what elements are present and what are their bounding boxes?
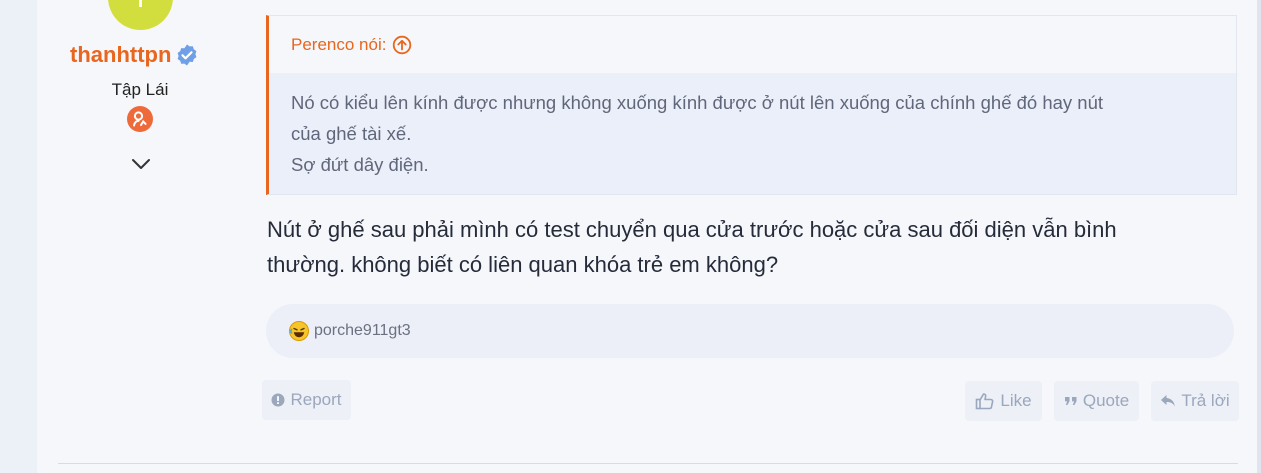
message-line: Nút ở ghế sau phải mình có test chuyển q… [267,217,1117,242]
quote-text: Nó có kiểu lên kính được nhưng không xuố… [269,73,1236,180]
quote-button[interactable]: Quote [1054,381,1139,421]
message-line: thường. không biết có liên quan khóa trẻ… [267,252,779,277]
message-body: Nút ở ghế sau phải mình có test chuyển q… [267,212,1227,282]
quote-header: Perenco nói: [269,16,1236,73]
thumbs-up-icon [976,393,994,410]
quote-marks-icon [1064,397,1077,405]
chevron-down-icon[interactable] [130,153,152,175]
username-link[interactable]: thanhttpn [70,42,171,68]
trophy-badge-icon[interactable] [127,106,153,132]
quote-line: Sợ đứt dây điện. [291,154,429,175]
reply-button[interactable]: Trả lời [1151,381,1239,421]
quote-block: Perenco nói: Nó có kiểu lên kính được nh… [266,15,1237,195]
user-title: Tập Lái [111,80,169,99]
report-button[interactable]: Report [262,380,351,420]
like-button[interactable]: Like [965,381,1042,421]
reply-arrow-icon [1161,395,1176,407]
username-row: thanhttpn [70,42,199,68]
reactions-bar[interactable]: porche911gt3 [266,304,1234,358]
reply-label: Trả lời [1181,391,1230,410]
quote-label: Quote [1082,391,1130,410]
verified-badge-icon [178,44,197,66]
scrollbar[interactable] [1257,0,1261,473]
reaction-user-link[interactable]: porche911gt3 [314,322,411,340]
arrow-up-circle-icon[interactable] [392,35,412,55]
alert-circle-icon [271,393,285,407]
report-label: Report [290,390,342,409]
post-divider [58,463,1238,464]
laughing-emoji-icon [289,321,309,341]
quote-line: Nó có kiểu lên kính được nhưng không xuố… [291,92,1104,113]
like-label: Like [1000,391,1032,410]
quote-line: của ghế tài xế. [291,123,412,144]
quote-author-link[interactable]: Perenco nói: [291,35,386,55]
